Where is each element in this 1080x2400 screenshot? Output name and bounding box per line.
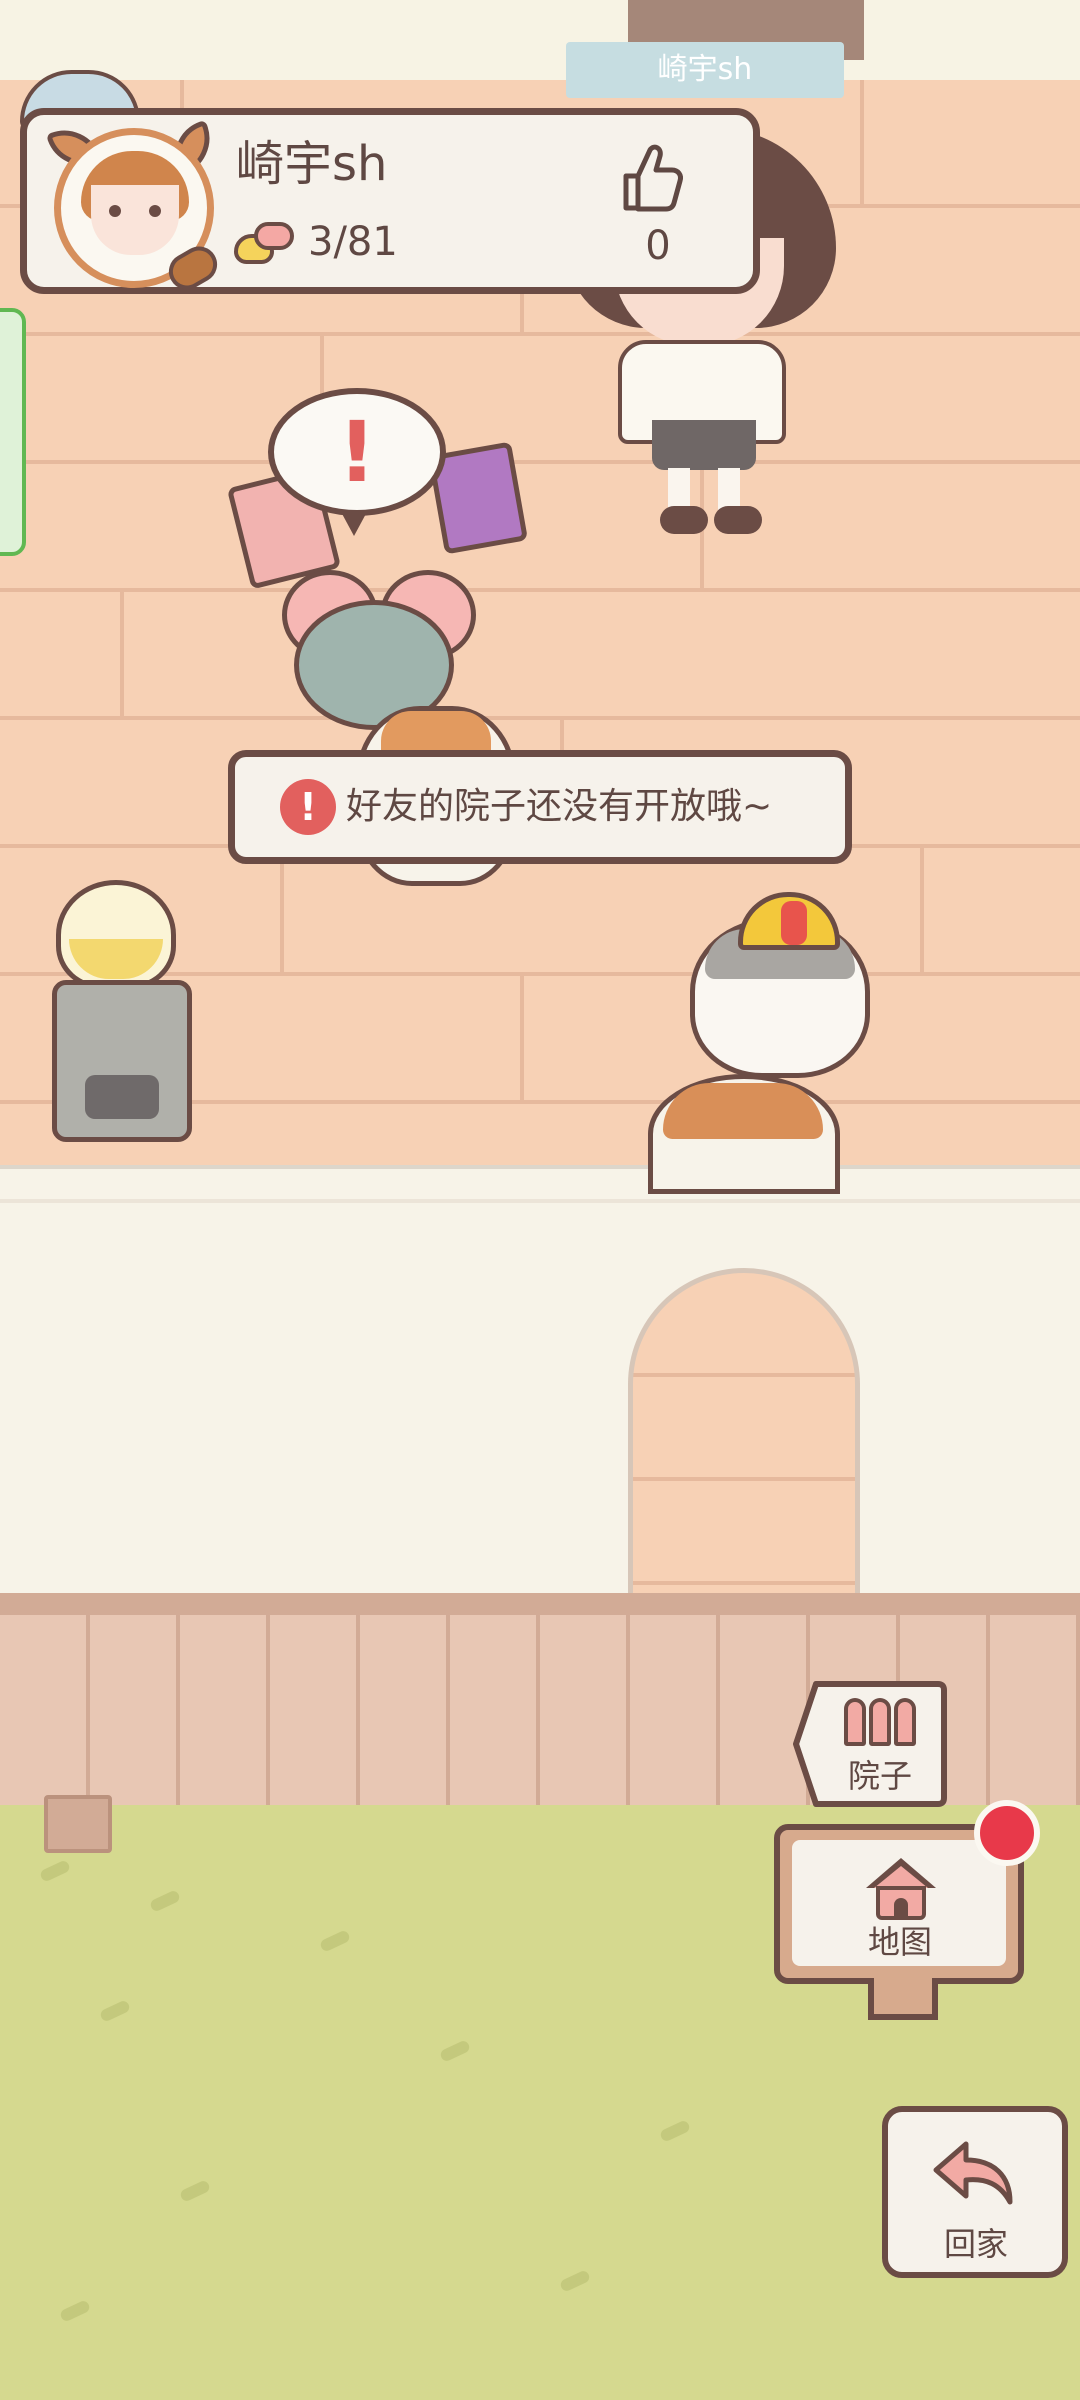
alert-icon: ! [280, 779, 336, 835]
toast-text: 好友的院子还没有开放哦~ [346, 786, 773, 827]
grass-tuft [98, 1999, 132, 2023]
floor-seam [520, 976, 524, 1100]
orange-cat-character[interactable] [648, 1074, 840, 1194]
owner-name-tab: 崎宇sh [566, 42, 844, 98]
yard-button-label: 院子 [847, 1757, 912, 1795]
notification-dot [974, 1800, 1040, 1866]
floor-seam [120, 592, 124, 716]
avatar-eye [109, 205, 121, 217]
side-drawer-handle[interactable] [0, 308, 26, 556]
fence-icon [840, 1698, 920, 1748]
player-name: 崎宇sh [236, 136, 388, 192]
stove-icon [52, 980, 192, 1142]
grass-tuft [58, 2299, 92, 2323]
grass-tuft [148, 1889, 182, 1913]
avatar-face [91, 185, 179, 255]
map-sign-post [868, 1978, 938, 2020]
exclamation-icon: ! [337, 403, 377, 501]
fish-coin-icon [234, 222, 294, 266]
top-wall-strip [0, 0, 1080, 92]
grass-tuft [38, 1859, 72, 1883]
girl-shoe [660, 506, 708, 534]
grass-tuft [318, 1929, 352, 1953]
alert-speech-bubble[interactable]: ! [268, 388, 446, 536]
floor-seam [280, 848, 284, 972]
map-button-label: 地图 [867, 1923, 932, 1961]
girl-skirt [652, 420, 756, 470]
return-arrow-icon [933, 2141, 1013, 2205]
game-screen: ! 崎宇sh 崎宇sh 3/81 0 ! 好友的院子还没有开放哦~ 院子 地图 … [0, 0, 1080, 2400]
thumbs-up-icon[interactable] [620, 142, 686, 214]
coin-count: 3/81 [308, 219, 398, 265]
fence-post [44, 1795, 112, 1853]
grass-tuft [558, 2269, 592, 2293]
grass-tuft [178, 2179, 212, 2203]
avatar-eye [149, 205, 161, 217]
like-count: 0 [645, 223, 671, 269]
home-button-label: 回家 [943, 2225, 1008, 2263]
house-icon [866, 1858, 936, 1922]
grass-tuft [658, 2119, 692, 2143]
girl-shoe [714, 506, 762, 534]
wall-archway[interactable] [628, 1268, 860, 1623]
grass-tuft [438, 2039, 472, 2063]
floor-seam [860, 80, 864, 204]
courtyard-wall [0, 1165, 1080, 1597]
kettle-icon [56, 880, 176, 990]
floor-seam [920, 848, 924, 972]
